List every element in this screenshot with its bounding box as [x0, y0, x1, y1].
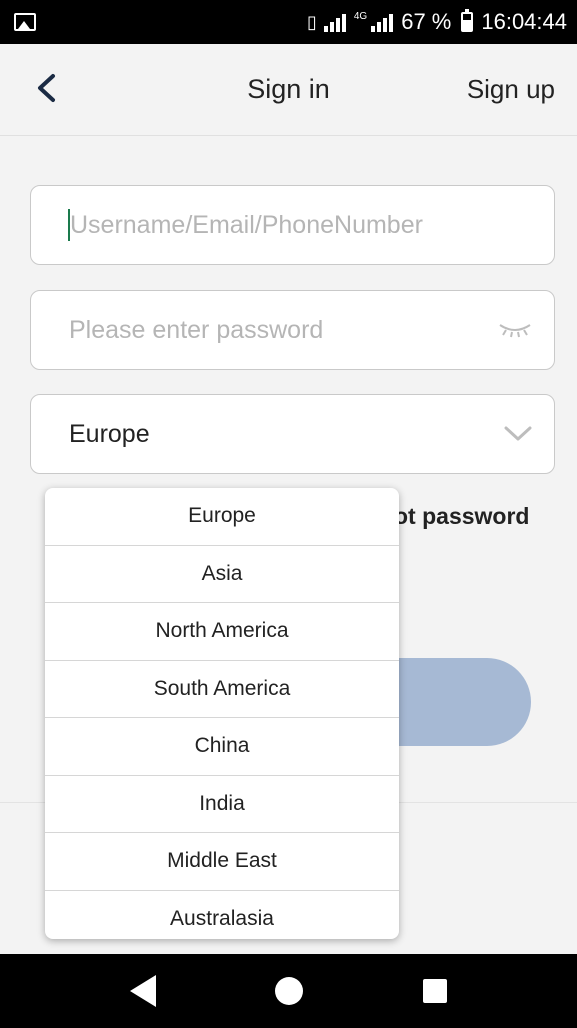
nav-back-icon[interactable] [129, 975, 156, 1007]
dropdown-option[interactable]: India [45, 776, 399, 833]
dropdown-option[interactable]: Australasia [45, 891, 399, 940]
clock: 16:04:44 [481, 9, 567, 34]
system-nav-bar [0, 954, 577, 1028]
dropdown-option[interactable]: Asia [45, 546, 399, 603]
network-type-label: 4G [353, 10, 368, 22]
vibrate-icon: ▯ [306, 11, 317, 32]
password-input[interactable]: Please enter password [30, 290, 555, 370]
username-placeholder: Username/Email/PhoneNumber [70, 210, 423, 239]
dropdown-option[interactable]: China [45, 718, 399, 776]
dropdown-option[interactable]: Middle East [45, 833, 399, 891]
region-dropdown: Europe Asia North America South America … [45, 488, 399, 939]
signup-link[interactable]: Sign up [467, 74, 555, 105]
nav-home-icon[interactable] [275, 977, 304, 1005]
signal-4g-icon [371, 12, 394, 32]
nav-recents-icon[interactable] [423, 979, 448, 1003]
battery-percent: 67 % [401, 9, 452, 34]
password-placeholder: Please enter password [69, 315, 324, 344]
dropdown-option[interactable]: Europe [45, 488, 399, 546]
dropdown-option[interactable]: North America [45, 603, 399, 661]
chevron-down-icon [504, 426, 532, 442]
dropdown-option[interactable]: South America [45, 661, 399, 718]
username-input[interactable]: Username/Email/PhoneNumber [30, 185, 555, 265]
forgot-password-link[interactable]: ot password [394, 503, 529, 530]
signal-icon [323, 12, 346, 32]
eye-closed-icon[interactable] [498, 321, 532, 339]
status-bar: ▯ 4G 67 % 16:04:44 [0, 0, 577, 44]
region-select[interactable]: Europe [30, 394, 555, 474]
battery-icon [461, 9, 474, 32]
app-header: Sign in Sign up [0, 44, 577, 136]
region-value: Europe [69, 419, 150, 448]
image-icon [14, 13, 36, 31]
